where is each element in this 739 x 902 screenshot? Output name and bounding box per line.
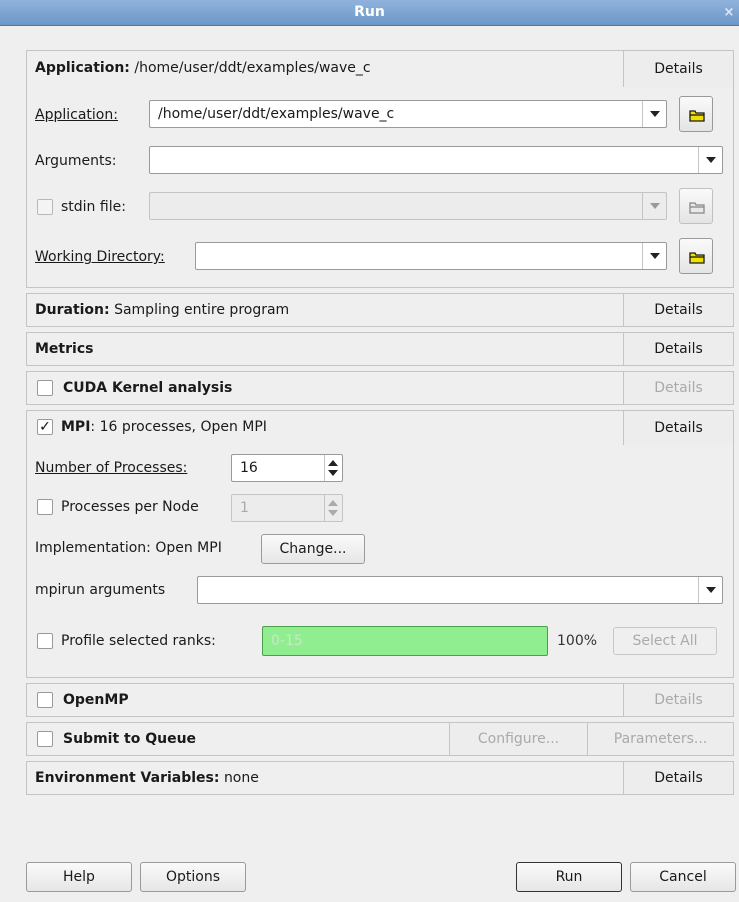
options-button[interactable]: Options: [140, 862, 246, 892]
chevron-down-icon[interactable]: [642, 243, 666, 269]
application-combo-value: /home/user/ddt/examples/wave_c: [158, 106, 395, 122]
application-label: Application:: [35, 107, 118, 123]
working-dir-combo[interactable]: [195, 242, 667, 270]
duration-details-button[interactable]: Details: [623, 294, 733, 326]
arguments-label: Arguments:: [35, 153, 117, 169]
cuda-checkbox[interactable]: [37, 380, 53, 396]
queue-header: Submit to Queue: [63, 731, 197, 747]
application-panel: Application: /home/user/ddt/examples/wav…: [26, 50, 734, 288]
profile-ranks-checkbox[interactable]: [37, 633, 53, 649]
cuda-section: CUDA Kernel analysis Details: [26, 371, 734, 405]
profile-ranks-percent: 100%: [557, 633, 598, 649]
queue-section: Submit to Queue Configure... Parameters.…: [26, 722, 734, 756]
chevron-down-icon[interactable]: [698, 577, 722, 603]
application-details-button[interactable]: Details: [623, 51, 733, 87]
folder-icon: [689, 252, 705, 264]
stdin-label: stdin file:: [61, 199, 126, 215]
help-button[interactable]: Help: [26, 862, 132, 892]
run-button[interactable]: Run: [516, 862, 622, 892]
folder-icon: [689, 202, 705, 214]
implementation-label: Implementation: Open MPI: [35, 540, 222, 556]
working-dir-browse-button[interactable]: [679, 238, 713, 274]
env-section: Environment Variables: none Details: [26, 761, 734, 795]
window-title: Run: [354, 4, 385, 20]
mpirun-args-combo[interactable]: [197, 576, 723, 604]
processes-per-node-spinbox[interactable]: 1: [231, 494, 343, 522]
application-header: Application: /home/user/ddt/examples/wav…: [35, 60, 371, 76]
title-bar: Run ×: [0, 0, 739, 26]
num-processes-spinbox[interactable]: 16: [231, 454, 343, 482]
metrics-header: Metrics: [35, 341, 94, 357]
openmp-header: OpenMP: [63, 692, 129, 708]
change-implementation-button[interactable]: Change...: [261, 534, 365, 564]
working-dir-label: Working Directory:: [35, 249, 165, 265]
configure-button[interactable]: Configure...: [449, 723, 587, 755]
profile-ranks-field[interactable]: 0-15: [262, 626, 548, 656]
processes-per-node-checkbox[interactable]: [37, 499, 53, 515]
chevron-down-icon[interactable]: [698, 147, 722, 173]
stdin-checkbox[interactable]: [37, 199, 53, 215]
cancel-button[interactable]: Cancel: [630, 862, 736, 892]
spinner-arrows-icon[interactable]: [324, 455, 342, 481]
profile-ranks-label: Profile selected ranks:: [61, 633, 216, 649]
cuda-details-button[interactable]: Details: [623, 372, 733, 404]
env-header: Environment Variables: none: [35, 770, 259, 786]
close-icon[interactable]: ×: [722, 0, 736, 25]
select-all-button[interactable]: Select All: [613, 627, 717, 655]
duration-section: Duration: Sampling entire program Detail…: [26, 293, 734, 327]
queue-checkbox[interactable]: [37, 731, 53, 747]
application-browse-button[interactable]: [679, 96, 713, 132]
env-details-button[interactable]: Details: [623, 762, 733, 794]
openmp-checkbox[interactable]: [37, 692, 53, 708]
num-processes-label: Number of Processes:: [35, 460, 188, 476]
mpirun-args-label: mpirun arguments: [35, 582, 166, 598]
cuda-header: CUDA Kernel analysis: [63, 380, 233, 396]
duration-header: Duration: Sampling entire program: [35, 302, 290, 318]
openmp-section: OpenMP Details: [26, 683, 734, 717]
metrics-details-button[interactable]: Details: [623, 333, 733, 365]
processes-per-node-label: Processes per Node: [61, 499, 199, 515]
mpi-details-button[interactable]: Details: [623, 411, 733, 445]
stdin-combo[interactable]: [149, 192, 667, 220]
application-combo[interactable]: /home/user/ddt/examples/wave_c: [149, 100, 667, 128]
openmp-details-button[interactable]: Details: [623, 684, 733, 716]
chevron-down-icon[interactable]: [642, 101, 666, 127]
metrics-section: Metrics Details: [26, 332, 734, 366]
mpi-header: MPI: 16 processes, Open MPI: [61, 419, 267, 435]
arguments-combo[interactable]: [149, 146, 723, 174]
stdin-browse-button[interactable]: [679, 188, 713, 224]
mpi-checkbox[interactable]: ✓: [37, 419, 53, 435]
chevron-down-icon[interactable]: [642, 193, 666, 219]
parameters-button[interactable]: Parameters...: [587, 723, 733, 755]
folder-icon: [689, 110, 705, 122]
spinner-arrows-icon[interactable]: [324, 495, 342, 521]
